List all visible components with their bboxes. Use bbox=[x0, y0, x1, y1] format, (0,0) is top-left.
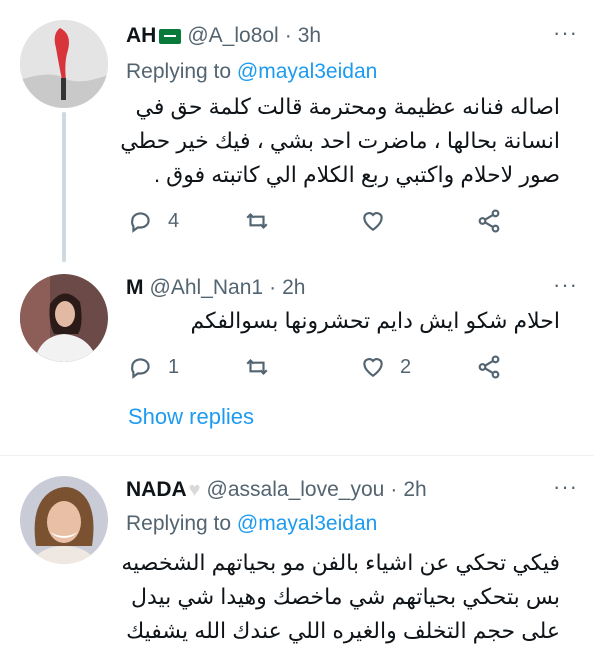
user-handle[interactable]: @assala_love_you bbox=[207, 478, 385, 502]
tweet-actions: 4 bbox=[128, 202, 528, 242]
replying-to-link[interactable]: @mayal3eidan bbox=[237, 60, 377, 83]
avatar-ah[interactable] bbox=[20, 20, 108, 108]
user-handle[interactable]: @Ahl_Nan1 bbox=[150, 276, 264, 300]
heart-icon bbox=[363, 358, 383, 377]
heart-icon bbox=[363, 212, 383, 231]
avatar-m-image bbox=[20, 274, 108, 362]
reply-count: 4 bbox=[168, 209, 180, 232]
replying-to-link[interactable]: @mayal3eidan bbox=[237, 512, 377, 535]
reply-button[interactable]: 1 bbox=[128, 354, 179, 380]
display-name[interactable]: M bbox=[126, 276, 144, 300]
tweet-actions: 1 2 bbox=[128, 348, 528, 388]
avatar-ah-image bbox=[20, 20, 108, 108]
reply-count: 1 bbox=[168, 355, 180, 378]
retweet-button[interactable] bbox=[244, 208, 270, 234]
tweet-text: احلام شكو ايش دايم تحشرونها بسوالفكم bbox=[191, 304, 560, 338]
tweet-text-line: اصاله فنانه عظيمة ومحترمة قالت كلمة حق ف… bbox=[135, 94, 560, 119]
separator-dot: · bbox=[269, 276, 277, 299]
tweet-text: فيكي تحكي عن اشياء بالفن مو بحياتهم الشخ… bbox=[121, 546, 560, 648]
tweet-header: NADA ♥ @assala_love_you · 2h bbox=[126, 478, 427, 502]
tweet-nada[interactable]: NADA ♥ @assala_love_you · 2h ··· Replyin… bbox=[0, 456, 594, 651]
avatar-nada[interactable] bbox=[20, 476, 108, 564]
like-button[interactable] bbox=[360, 208, 386, 234]
avatar-nada-image bbox=[20, 476, 108, 564]
thread-line bbox=[62, 112, 66, 262]
more-options-icon[interactable]: ··· bbox=[553, 20, 578, 46]
timestamp[interactable]: 3h bbox=[298, 24, 321, 48]
tweet-ah[interactable]: AH @A_lo8ol · 3h ··· Replying to @mayal3… bbox=[0, 0, 594, 262]
reply-icon bbox=[131, 212, 150, 233]
tweet-m[interactable]: M @Ahl_Nan1 · 2h ··· احلام شكو ايش دايم … bbox=[0, 260, 594, 450]
share-button[interactable] bbox=[476, 208, 502, 234]
separator-dot: · bbox=[390, 478, 398, 501]
tweet-text-line: احلام شكو ايش دايم تحشرونها بسوالفكم bbox=[190, 308, 560, 333]
timestamp[interactable]: 2h bbox=[282, 276, 305, 300]
more-options-icon[interactable]: ··· bbox=[553, 474, 578, 500]
share-icon bbox=[478, 209, 500, 233]
white-heart-icon: ♥ bbox=[188, 478, 201, 501]
retweet-icon bbox=[246, 212, 268, 230]
like-button[interactable]: 2 bbox=[360, 354, 411, 380]
reply-icon bbox=[131, 358, 150, 379]
tweet-header: M @Ahl_Nan1 · 2h bbox=[126, 276, 305, 300]
reply-button[interactable]: 4 bbox=[128, 208, 179, 234]
replying-to: Replying to @mayal3eidan bbox=[126, 60, 377, 84]
replying-prefix: Replying to bbox=[126, 60, 237, 83]
show-replies-link[interactable]: Show replies bbox=[128, 404, 254, 430]
replying-prefix: Replying to bbox=[126, 512, 237, 535]
tweet-text-line: بس بتحكي بحياتهم شي ماخصك وهيدا شي بيدل bbox=[130, 584, 560, 609]
like-count: 2 bbox=[400, 355, 412, 378]
tweet-text: اصاله فنانه عظيمة ومحترمة قالت كلمة حق ف… bbox=[120, 90, 560, 192]
avatar-m[interactable] bbox=[20, 274, 108, 362]
tweet-text-line: فيكي تحكي عن اشياء بالفن مو بحياتهم الشخ… bbox=[121, 550, 560, 575]
timestamp[interactable]: 2h bbox=[403, 478, 426, 502]
share-button[interactable] bbox=[476, 354, 502, 380]
tweet-text-line: صور لاحلام واكتبي ربع الكلام الي كاتبته … bbox=[153, 162, 560, 187]
replying-to: Replying to @mayal3eidan bbox=[126, 512, 377, 536]
tweet-text-line: على حجم التخلف والغيره اللي عندك الله يش… bbox=[126, 618, 560, 643]
retweet-icon bbox=[246, 358, 268, 376]
separator-dot: · bbox=[284, 24, 292, 47]
saudi-flag-icon bbox=[159, 28, 182, 44]
retweet-button[interactable] bbox=[244, 354, 270, 380]
more-options-icon[interactable]: ··· bbox=[553, 272, 578, 298]
tweet-text-line: انسانة بحالها ، ماضرت احد بشي ، فيك خير … bbox=[120, 128, 560, 153]
display-name[interactable]: NADA bbox=[126, 478, 187, 502]
share-icon bbox=[478, 355, 500, 379]
tweet-header: AH @A_lo8ol · 3h bbox=[126, 24, 321, 48]
user-handle[interactable]: @A_lo8ol bbox=[187, 24, 278, 48]
display-name[interactable]: AH bbox=[126, 24, 156, 48]
